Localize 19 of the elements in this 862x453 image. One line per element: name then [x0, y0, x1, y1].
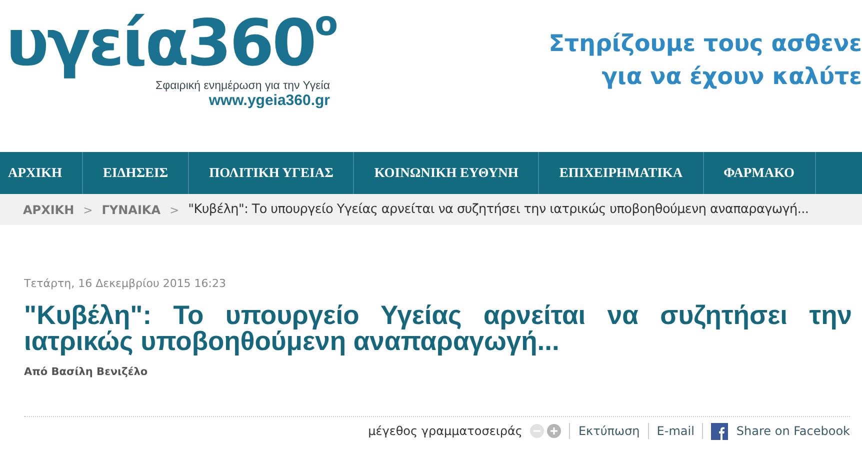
logo-tagline: Σφαιρική ενημέρωση για την Υγεία — [156, 80, 330, 92]
breadcrumb-separator: > — [170, 202, 180, 216]
plus-icon[interactable] — [547, 424, 562, 438]
breadcrumb-separator: > — [83, 202, 93, 216]
breadcrumb-link[interactable]: ΓΥΝΑΙΚΑ — [102, 202, 160, 216]
breadcrumb-current[interactable]: "Κυβέλη": Το υπουργείο Υγείας αρνείται να συζητήσει την ιατρικώς υποβοηθούμενη αναπαραγωγή... — [188, 202, 809, 217]
font-size-label: μέγεθος γραμματοσειράς — [368, 424, 522, 438]
print-link[interactable]: Εκτύπωση — [578, 424, 640, 438]
email-link[interactable]: E-mail — [656, 424, 694, 438]
share-link[interactable]: Share on Facebook — [736, 424, 850, 438]
article-date: Τετάρτη, 16 Δεκεμβρίου 2015 16:23 — [24, 277, 228, 290]
logo-degree: o — [314, 4, 338, 44]
article-author: Από Βασίλη Βενιζέλο — [24, 366, 149, 378]
facebook-icon[interactable] — [711, 422, 728, 440]
article-title: "Κυβέλη": Το υπουργείο Υγείας αρνείται να συζητήσει την ιατρικώς υποβοηθούμενη αναπαραγωγή... — [24, 302, 852, 354]
banner-text: Στηρίζουμε τους ασθενε — [548, 30, 862, 59]
breadcrumb-link[interactable]: ΑΡΧΙΚΗ — [23, 202, 74, 216]
logo-url: www.ygeia360.gr — [208, 92, 330, 109]
banner-text: για να έχουν καλύτε — [602, 63, 862, 92]
